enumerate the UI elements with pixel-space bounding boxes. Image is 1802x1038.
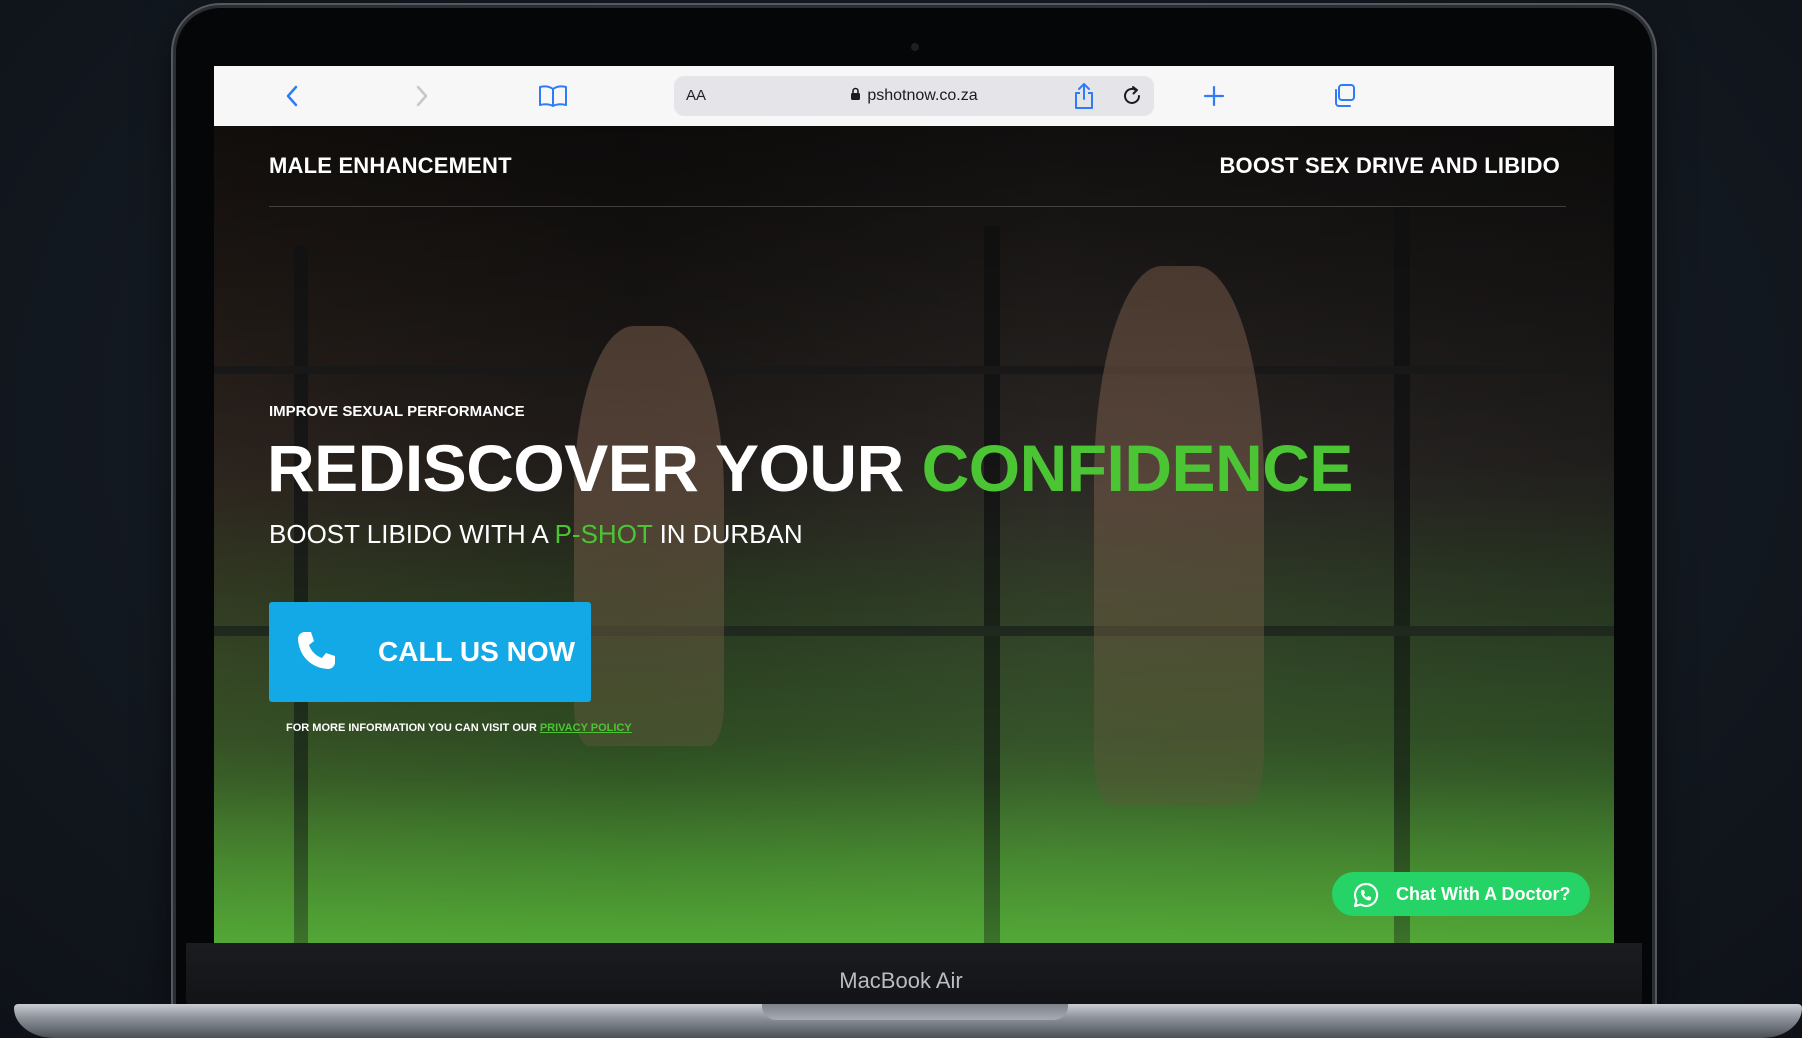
fine-print-text: FOR MORE INFORMATION YOU CAN VISIT OUR — [286, 722, 540, 734]
share-icon — [1075, 83, 1093, 109]
hero-section: MALE ENHANCEMENT BOOST SEX DRIVE AND LIB… — [214, 126, 1614, 943]
url-text: pshotnow.co.za — [867, 87, 978, 104]
forward-button[interactable] — [406, 80, 438, 112]
plus-icon — [1203, 85, 1225, 107]
lock-icon — [851, 87, 861, 100]
whatsapp-icon — [1353, 882, 1379, 908]
phone-icon — [298, 632, 335, 669]
reload-icon[interactable] — [1120, 84, 1144, 108]
laptop-hinge-notch — [762, 1004, 1068, 1020]
chat-with-doctor-button[interactable]: Chat With A Doctor? — [1332, 872, 1590, 916]
camera — [911, 43, 919, 51]
browser-toolbar: AA pshotnow.co.za — [214, 66, 1614, 127]
nav-boost-sex-drive[interactable]: BOOST SEX DRIVE AND LIBIDO — [1219, 153, 1560, 179]
device-model-label: MacBook Air — [839, 968, 963, 993]
call-us-now-label: CALL US NOW — [378, 636, 576, 667]
share-button[interactable] — [1068, 80, 1100, 112]
new-tab-button[interactable] — [1198, 80, 1230, 112]
bookmarks-button[interactable] — [537, 80, 569, 112]
call-us-now-button[interactable]: CALL US NOW — [269, 602, 591, 702]
chevron-left-icon — [286, 85, 298, 107]
headline-text: REDISCOVER YOUR — [267, 431, 922, 505]
nav-divider — [269, 206, 1566, 207]
tabs-button[interactable] — [1328, 80, 1360, 112]
headline-highlight: CONFIDENCE — [921, 431, 1354, 505]
chevron-right-icon — [416, 85, 428, 107]
tabs-icon — [1335, 84, 1355, 107]
subhead-highlight: P-SHOT — [554, 519, 653, 549]
book-icon — [539, 85, 567, 107]
privacy-policy-link[interactable]: PRIVACY POLICY — [540, 722, 632, 734]
subhead-text: BOOST LIBIDO WITH A — [269, 519, 555, 549]
hero-subhead: BOOST LIBIDO WITH A P-SHOT IN DURBAN — [269, 519, 803, 550]
hero-headline: REDISCOVER YOUR CONFIDENCE — [267, 430, 1353, 506]
subhead-text-end: IN DURBAN — [652, 519, 803, 549]
fine-print: FOR MORE INFORMATION YOU CAN VISIT OUR P… — [286, 722, 632, 734]
back-button[interactable] — [276, 80, 308, 112]
chat-with-doctor-label: Chat With A Doctor? — [1396, 884, 1571, 904]
hero-eyebrow: IMPROVE SEXUAL PERFORMANCE — [269, 403, 525, 420]
screen: AA pshotnow.co.za MALE ENHANCEMENT BOOST… — [214, 66, 1614, 943]
nav-male-enhancement[interactable]: MALE ENHANCEMENT — [269, 153, 512, 179]
